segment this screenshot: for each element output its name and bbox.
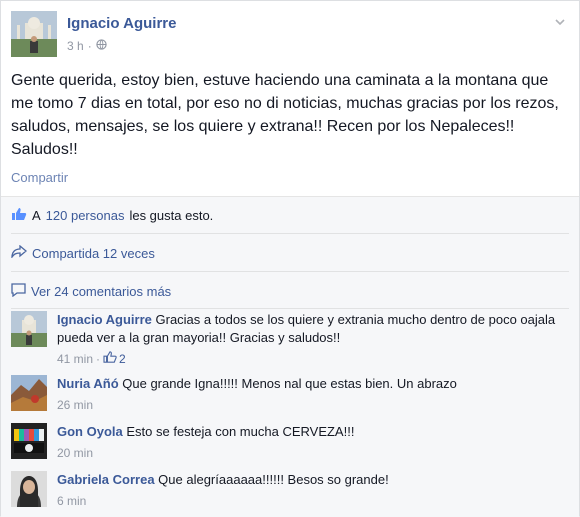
comment-author[interactable]: Nuria Añó [57, 376, 119, 391]
view-more-comments-link[interactable]: Ver 24 comentarios más [31, 284, 171, 299]
comment-body: Ignacio Aguirre Gracias a todos se los q… [57, 311, 567, 368]
divider [11, 233, 569, 234]
comment-meta: 6 min [57, 492, 567, 510]
comment-body: Nuria Añó Que grande Igna!!!!! Menos nal… [57, 375, 567, 414]
comment-author[interactable]: Gon Oyola [57, 424, 123, 439]
post-meta: 3 h · [67, 39, 107, 53]
comment-time[interactable]: 20 min [57, 444, 93, 462]
chevron-down-icon[interactable] [553, 15, 567, 29]
commenter-avatar[interactable] [11, 375, 47, 411]
comment-text: Esto se festeja con mucha CERVEZA!!! [126, 424, 355, 439]
thumbs-up-icon [11, 207, 27, 224]
comment-time[interactable]: 41 min [57, 350, 93, 368]
comment-author[interactable]: Ignacio Aguirre [57, 312, 152, 327]
globe-icon[interactable] [96, 39, 107, 53]
commenter-avatar[interactable] [11, 311, 47, 347]
view-more-comments[interactable]: Ver 24 comentarios más [11, 283, 171, 300]
divider [11, 308, 569, 309]
meta-separator: · [96, 352, 101, 366]
comment-text: Que alegríaaaaaa!!!!!! Besos so grande! [158, 472, 389, 487]
comment-meta: 20 min [57, 444, 567, 462]
comment-body: Gabriela Correa Que alegríaaaaaa!!!!!! B… [57, 471, 567, 510]
comment-meta: 41 min · 2 [57, 350, 567, 368]
post-body-text: Gente querida, estoy bien, estuve hacien… [11, 72, 559, 158]
comment-meta: 26 min [57, 396, 567, 414]
likes-summary: A 120 personas les gusta esto. [11, 207, 213, 224]
commenter-avatar[interactable] [11, 423, 47, 459]
comment-body: Gon Oyola Esto se festeja con mucha CERV… [57, 423, 567, 462]
post-timestamp[interactable]: 3 h [67, 39, 84, 53]
comment-item: Nuria Añó Que grande Igna!!!!! Menos nal… [11, 375, 571, 421]
author-avatar[interactable] [11, 11, 57, 57]
comment-author[interactable]: Gabriela Correa [57, 472, 155, 487]
comment-time[interactable]: 26 min [57, 396, 93, 414]
comment-text: Que grande Igna!!!!! Menos nal que estas… [122, 376, 457, 391]
comment-item: Gabriela Correa Que alegríaaaaaa!!!!!! B… [11, 471, 571, 517]
post-header: Ignacio Aguirre 3 h · [11, 11, 571, 59]
divider [11, 271, 569, 272]
comment-item: Ignacio Aguirre Gracias a todos se los q… [11, 311, 571, 366]
likes-suffix: les gusta esto. [129, 208, 214, 223]
comment-bubble-icon [11, 283, 26, 300]
shares-summary[interactable]: Compartida 12 veces [11, 244, 155, 261]
commenter-avatar[interactable] [11, 471, 47, 507]
comment-time[interactable]: 6 min [57, 492, 86, 510]
comment-likes[interactable]: 2 [103, 350, 126, 368]
likes-count-link[interactable]: 120 personas [46, 208, 125, 223]
comment-likes-count: 2 [119, 352, 126, 366]
share-arrow-icon [11, 244, 28, 261]
likes-prefix: A [32, 208, 41, 223]
post-card: Ignacio Aguirre 3 h · Gente querida, est… [0, 0, 580, 517]
meta-separator: · [87, 39, 92, 53]
share-button[interactable]: Compartir [11, 170, 68, 185]
comment-item: Gon Oyola Esto se festeja con mucha CERV… [11, 423, 571, 469]
thumbs-up-icon [103, 350, 117, 368]
post-author-name[interactable]: Ignacio Aguirre [67, 15, 176, 32]
post-footer: A 120 personas les gusta esto. Compartid… [1, 196, 579, 517]
shares-count-link[interactable]: Compartida 12 veces [32, 246, 155, 261]
